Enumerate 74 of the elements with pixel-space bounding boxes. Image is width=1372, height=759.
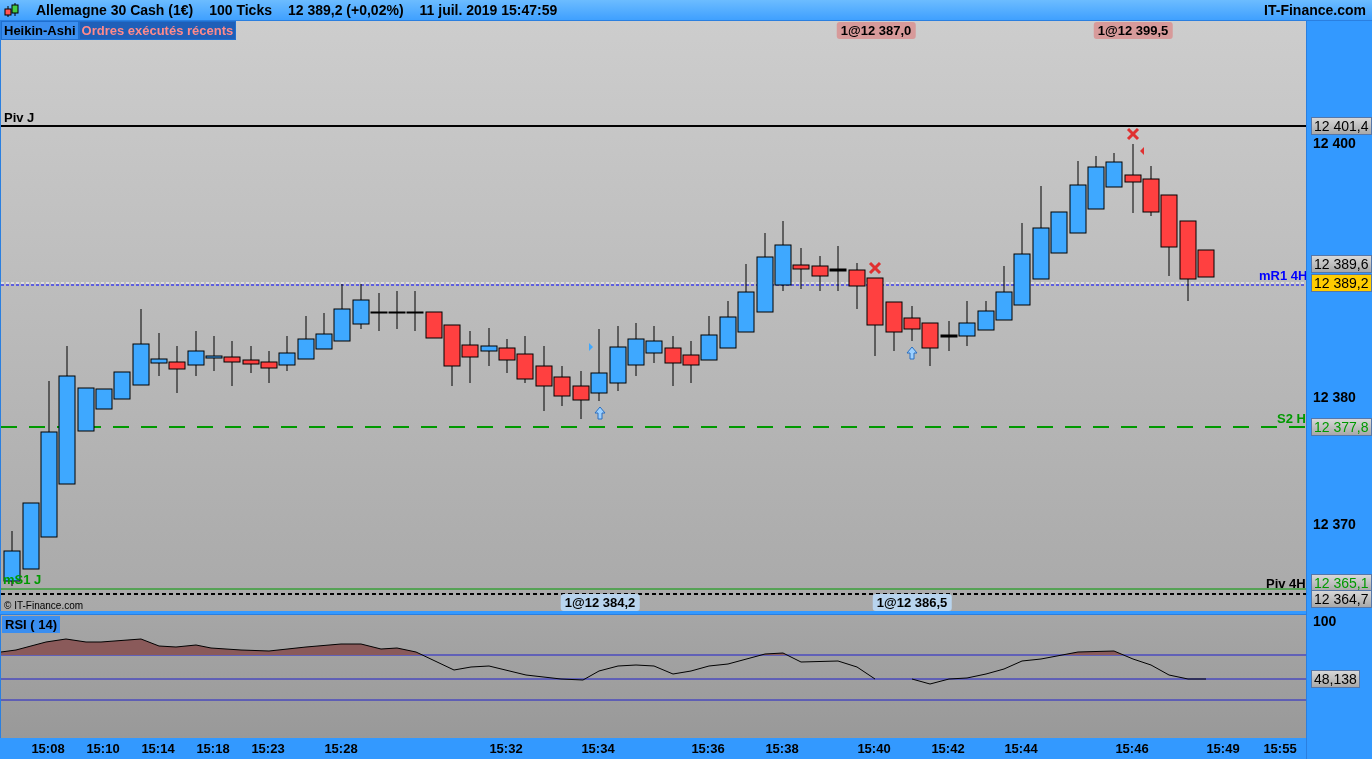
triangle-marker-icon (1140, 147, 1144, 155)
candle (187, 330, 205, 377)
time-label: 15:49 (1206, 741, 1240, 756)
candle (260, 350, 278, 384)
order-label: 1@12 384,2 (560, 594, 640, 611)
candle (829, 245, 847, 292)
time-label: 15:42 (931, 741, 965, 756)
brand-text: IT-Finance.com (1264, 2, 1366, 18)
time-label: 15:32 (489, 741, 523, 756)
up-arrow-icon (906, 346, 918, 360)
candle (664, 335, 682, 387)
candle (168, 345, 186, 394)
level-label: S2 H (1277, 411, 1306, 426)
candle (498, 338, 516, 374)
candle (645, 325, 663, 364)
price-label: 12 364,7 (1311, 590, 1372, 608)
time-label: 15:18 (196, 741, 230, 756)
level-label: Piv 4H (1266, 576, 1306, 591)
copyright-text: © IT-Finance.com (4, 600, 84, 611)
triangle-marker-icon (589, 343, 593, 351)
time-label: 15:10 (86, 741, 120, 756)
price-text: 12 389,2 (+0,02%) (287, 2, 404, 18)
candle (205, 335, 223, 372)
candle (719, 300, 737, 349)
candle (627, 322, 645, 377)
time-label: 15:38 (765, 741, 799, 756)
order-label: 1@12 386,5 (872, 594, 952, 611)
candle (903, 305, 921, 342)
chart-tab[interactable]: Heikin-Ashi (1, 21, 79, 40)
level-label: mS1 J (3, 572, 42, 587)
candle (682, 340, 700, 384)
instrument-name: Allemagne 30 Cash (1€) (36, 2, 194, 18)
price-label: 12 389,6 (1311, 255, 1372, 273)
up-arrow-icon (594, 406, 606, 420)
cross-marker-icon (1126, 127, 1140, 141)
time-label: 15:55 (1263, 741, 1297, 756)
candle (609, 325, 627, 392)
candle (480, 327, 498, 367)
candle (811, 255, 829, 292)
candle (700, 315, 718, 361)
period-text: 100 Ticks (209, 2, 272, 18)
price-label: 12 380 (1312, 389, 1357, 405)
candle (352, 283, 370, 330)
candle (461, 330, 479, 384)
price-label: 12 389,2 (1311, 274, 1372, 292)
time-label: 15:34 (581, 741, 615, 756)
price-label: 12 377,8 (1311, 418, 1372, 436)
order-label: 1@12 399,5 (1093, 22, 1173, 39)
time-label: 15:28 (324, 741, 358, 756)
candle (278, 335, 296, 372)
candle (737, 263, 755, 333)
time-label: 15:36 (691, 741, 725, 756)
candle (297, 315, 315, 360)
price-label: 12 370 (1312, 516, 1357, 532)
time-label: 15:40 (857, 741, 891, 756)
time-label: 15:08 (31, 741, 65, 756)
order-label: 1@12 387,0 (836, 22, 916, 39)
rsi-label: 48,138 (1311, 670, 1360, 688)
candle (388, 290, 406, 330)
time-label: 15:14 (141, 741, 175, 756)
price-label: 12 400 (1312, 135, 1357, 151)
level-label: Piv J (4, 110, 35, 125)
datetime-text: 11 juil. 2019 15:47:59 (419, 2, 558, 18)
price-label: 12 401,4 (1311, 117, 1372, 135)
cross-marker-icon (868, 261, 882, 275)
time-label: 15:46 (1115, 741, 1149, 756)
rsi-label: 100 (1312, 613, 1338, 629)
rsi-title: RSI ( 14) (2, 616, 60, 633)
candle (921, 322, 939, 367)
candle (370, 292, 388, 332)
time-label: 15:23 (251, 741, 285, 756)
time-label: 15:44 (1004, 741, 1038, 756)
candle (516, 335, 534, 384)
candles-icon (4, 2, 20, 18)
